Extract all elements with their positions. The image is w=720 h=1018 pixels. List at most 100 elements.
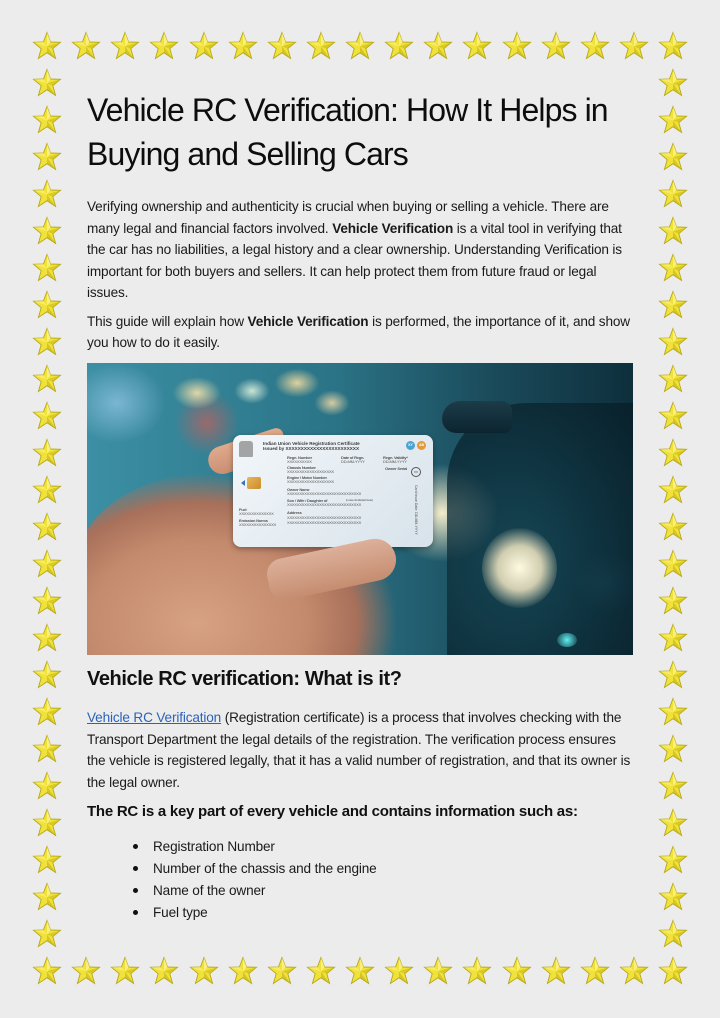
star-icon bbox=[658, 290, 688, 320]
star-icon bbox=[658, 512, 688, 542]
list-item-text: Name of the owner bbox=[153, 883, 266, 898]
star-icon bbox=[32, 512, 62, 542]
star-icon bbox=[32, 364, 62, 394]
star-icon bbox=[658, 475, 688, 505]
star-icon bbox=[32, 586, 62, 616]
star-icon bbox=[462, 956, 493, 986]
car-silhouette bbox=[447, 403, 633, 655]
star-icon bbox=[658, 216, 688, 246]
guide-text-1: This guide will explain how bbox=[87, 313, 248, 329]
star-icon bbox=[267, 31, 297, 61]
star-icon bbox=[306, 956, 336, 986]
title-line-1: Vehicle RC Verification: How It Helps in bbox=[87, 92, 609, 128]
intro-bold: Vehicle Verification bbox=[332, 220, 454, 236]
car-mirror bbox=[442, 401, 512, 433]
star-icon bbox=[149, 31, 180, 61]
star-icon bbox=[580, 956, 610, 986]
star-icon bbox=[71, 31, 101, 61]
card-value: XX bbox=[411, 467, 421, 477]
star-icon bbox=[345, 956, 375, 986]
star-icon bbox=[32, 734, 62, 764]
star-icon bbox=[32, 919, 62, 949]
star-icon bbox=[32, 105, 62, 135]
star-icon bbox=[658, 919, 688, 949]
page-title: Vehicle RC Verification: How It Helps in… bbox=[87, 88, 633, 176]
star-icon bbox=[540, 956, 571, 986]
star-icon bbox=[32, 549, 62, 579]
star-icon bbox=[462, 31, 493, 61]
star-icon bbox=[32, 327, 62, 357]
star-icon bbox=[384, 31, 414, 61]
star-icon bbox=[32, 660, 62, 690]
star-icon bbox=[501, 956, 532, 986]
title-line-2: Buying and Selling Cars bbox=[87, 136, 409, 172]
arrow-icon bbox=[241, 480, 245, 486]
subheading: The RC is a key part of every vehicle an… bbox=[87, 803, 578, 820]
star-icon bbox=[32, 956, 62, 986]
card-value: XXXXXXXXXXXXXXXXXXXXXXXXXXXXXX bbox=[287, 502, 362, 507]
star-icon bbox=[110, 31, 140, 61]
star-icon bbox=[540, 31, 571, 61]
bullet-icon bbox=[133, 910, 138, 915]
star-icon bbox=[32, 290, 62, 320]
star-icon bbox=[658, 142, 688, 172]
star-icon bbox=[32, 845, 62, 875]
star-icon bbox=[32, 401, 62, 431]
bullet-icon bbox=[133, 866, 138, 871]
star-icon bbox=[619, 31, 649, 61]
car-headlight bbox=[482, 528, 557, 608]
star-icon bbox=[658, 549, 688, 579]
star-icon bbox=[658, 586, 688, 616]
star-icon bbox=[32, 438, 62, 468]
card-issue-date: Card Issue Date: DD-MM-YYYY bbox=[414, 485, 418, 535]
star-icon bbox=[384, 956, 414, 986]
star-icon bbox=[32, 68, 62, 98]
star-icon bbox=[423, 956, 453, 986]
star-icon bbox=[32, 142, 62, 172]
badge-xy: XY bbox=[406, 441, 415, 450]
star-icon bbox=[306, 31, 336, 61]
list-item-text: Number of the chassis and the engine bbox=[153, 861, 377, 876]
card-value: DD-MM-YYYY bbox=[383, 459, 407, 464]
card-value: XXXXXXXXXXXXXXXXXXXXXXXXXXXXXX bbox=[287, 520, 362, 525]
star-icon bbox=[32, 253, 62, 283]
star-icon bbox=[658, 253, 688, 283]
star-icon bbox=[188, 31, 219, 61]
star-icon bbox=[32, 697, 62, 727]
star-icon bbox=[658, 734, 688, 764]
list-item: Registration Number bbox=[133, 836, 377, 858]
star-icon bbox=[658, 882, 688, 912]
bullet-icon bbox=[133, 844, 138, 849]
section-paragraph: Vehicle RC Verification (Registration ce… bbox=[87, 707, 633, 793]
star-icon bbox=[658, 845, 688, 875]
star-icon bbox=[227, 31, 258, 61]
card-value: DD-MM-YYYY bbox=[341, 459, 365, 464]
star-icon bbox=[658, 401, 688, 431]
bullet-icon bbox=[133, 888, 138, 893]
list-item: Number of the chassis and the engine bbox=[133, 858, 377, 880]
star-icon bbox=[32, 216, 62, 246]
star-icon bbox=[32, 475, 62, 505]
star-icon bbox=[658, 31, 688, 61]
star-icon bbox=[658, 364, 688, 394]
star-icon bbox=[71, 956, 101, 986]
document-content: Vehicle RC Verification: How It Helps in… bbox=[87, 88, 633, 354]
list-item-text: Fuel type bbox=[153, 905, 208, 920]
star-icon bbox=[188, 956, 219, 986]
star-icon bbox=[267, 956, 297, 986]
section-heading: Vehicle RC verification: What is it? bbox=[87, 668, 402, 690]
star-icon bbox=[32, 179, 62, 209]
card-value: XXXXXXXXXX bbox=[287, 459, 312, 464]
star-icon bbox=[658, 697, 688, 727]
star-icon bbox=[658, 771, 688, 801]
star-icon bbox=[658, 623, 688, 653]
star-icon bbox=[658, 105, 688, 135]
star-icon bbox=[110, 956, 140, 986]
star-icon bbox=[658, 179, 688, 209]
star-icon bbox=[32, 31, 62, 61]
vehicle-rc-verification-link[interactable]: Vehicle RC Verification bbox=[87, 710, 221, 725]
guide-paragraph: This guide will explain how Vehicle Veri… bbox=[87, 311, 633, 354]
badge-ab: AB bbox=[417, 441, 426, 450]
emblem-icon bbox=[239, 441, 253, 457]
star-icon bbox=[619, 956, 649, 986]
